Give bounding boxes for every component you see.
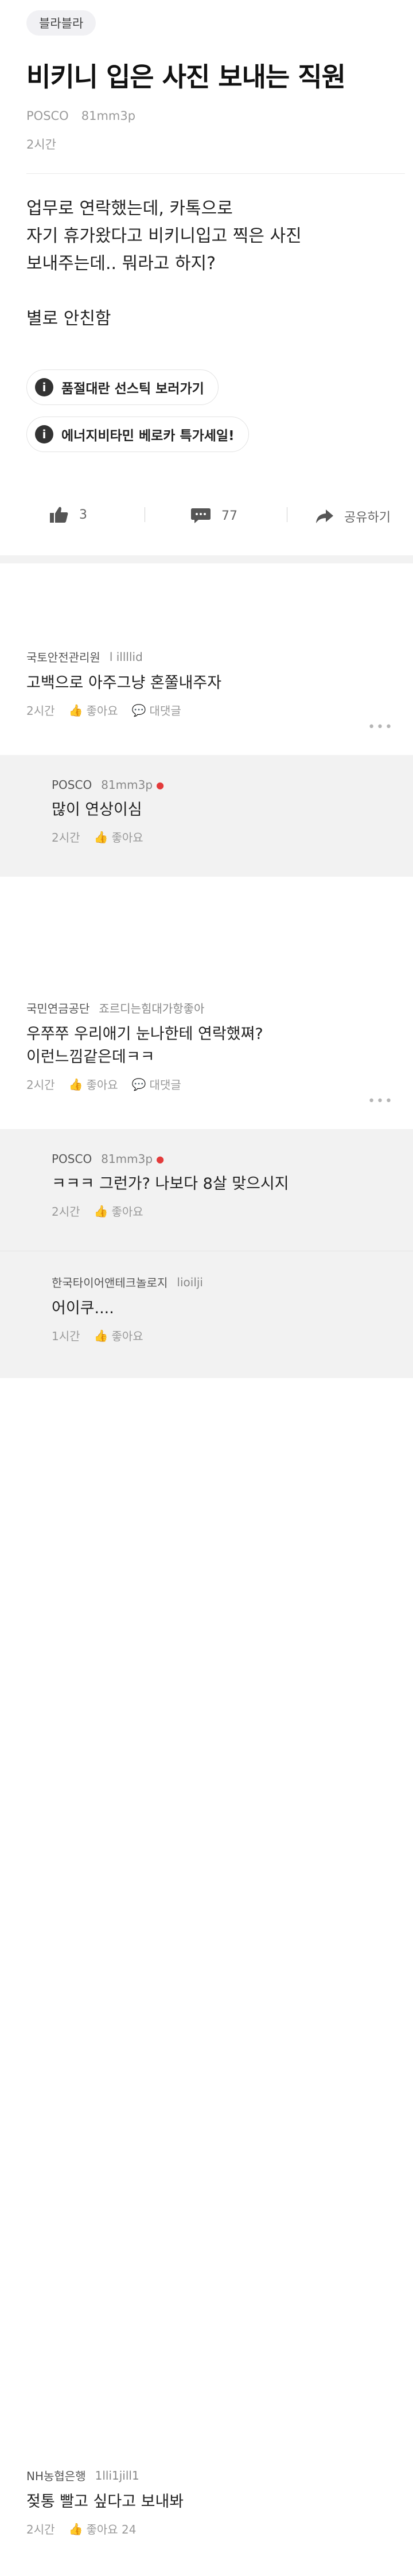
comment-company: POSCO bbox=[52, 778, 92, 792]
thumbs-up-icon: 👍 bbox=[68, 2521, 83, 2536]
comment-footer: 2시간 👍 좋아요 24 bbox=[26, 2520, 393, 2537]
comment-footer: 1시간 👍 좋아요 bbox=[52, 1327, 396, 1344]
header-divider bbox=[26, 173, 405, 174]
comment-button[interactable]: 77 bbox=[190, 507, 237, 524]
comment-nickname: lioilji bbox=[177, 1275, 203, 1289]
comment-text: 우쭈쭈 우리애기 눈나한테 연락했쪄? 이런느낌같은데ㅋㅋ bbox=[26, 1025, 263, 1066]
author-badge-icon: ● bbox=[156, 779, 165, 791]
promo-chip-2[interactable]: i 에너지비타민 베로카 특가세일! bbox=[26, 417, 249, 452]
comment-meta: 국민연금공단 죠르디는힘대가항좋아 bbox=[26, 999, 393, 1016]
comment-reply-button[interactable]: 💬 대댓글 bbox=[132, 702, 181, 718]
comment-like-button[interactable]: 👍 좋아요 bbox=[94, 828, 143, 845]
reply-item: 한국타이어앤테크놀로지 lioilji 어이쿠.... 1시간 👍 좋아요 bbox=[52, 1274, 396, 1344]
comment-company: 한국타이어앤테크놀로지 bbox=[52, 1276, 168, 1290]
info-icon: i bbox=[35, 425, 53, 443]
like-label: 좋아요 bbox=[111, 1205, 143, 1219]
comment-nickname: 1lli1jill1 bbox=[95, 2468, 139, 2482]
comment-text: ㅋㅋㅋ 그런가? 나보다 8살 맞으시지 bbox=[52, 1175, 289, 1193]
section-spacer bbox=[0, 555, 413, 563]
comment-time: 2시간 bbox=[26, 2523, 55, 2536]
comment-reply-button[interactable]: 💬 대댓글 bbox=[132, 1076, 181, 1092]
thumbs-up-icon: 👍 bbox=[93, 1204, 108, 1218]
speech-bubble-icon: 💬 bbox=[131, 703, 146, 717]
comment-count: 77 bbox=[221, 508, 237, 523]
like-label: 좋아요 bbox=[86, 704, 118, 718]
post-title: 비키니 입은 사진 보내는 직원 bbox=[26, 61, 346, 92]
promo-chip-1[interactable]: i 품절대란 선스틱 보러가기 bbox=[26, 369, 219, 405]
comment-nickname: 81mm3p bbox=[101, 778, 153, 792]
reply-section: POSCO 81mm3p ● ㅋㅋㅋ 그런가? 나보다 8살 맞으시지 2시간 … bbox=[0, 1129, 413, 1378]
post-author: POSCO 81mm3p bbox=[26, 109, 135, 123]
comment-time: 2시간 bbox=[52, 1205, 80, 1219]
thumbs-up-icon: 👍 bbox=[93, 1328, 108, 1343]
comment-footer: 2시간 👍 좋아요 bbox=[52, 828, 396, 845]
more-options-icon[interactable]: ••• bbox=[368, 1094, 393, 1108]
thumbs-up-icon: 👍 bbox=[93, 830, 108, 844]
comment-item: 국민연금공단 죠르디는힘대가항좋아 우쭈쭈 우리애기 눈나한테 연락했쪄? 이런… bbox=[26, 999, 393, 1108]
reply-label: 대댓글 bbox=[149, 1078, 181, 1092]
post-action-bar: 3 77 공유하기 bbox=[0, 495, 413, 535]
comment-nickname: 죠르디는힘대가항좋아 bbox=[99, 1002, 205, 1015]
promo-label: 품절대란 선스틱 보러가기 bbox=[61, 382, 204, 396]
like-button[interactable]: 3 bbox=[49, 506, 87, 523]
comment-footer: 2시간 👍 좋아요 💬 대댓글 bbox=[26, 1076, 393, 1092]
promo-label: 에너지비타민 베로카 특가세일! bbox=[61, 429, 235, 443]
comment-footer: 2시간 👍 좋아요 bbox=[52, 1203, 396, 1219]
comment-company: POSCO bbox=[52, 1152, 92, 1166]
comment-meta: NH농협은행 1lli1jill1 bbox=[26, 2467, 393, 2484]
comment-like-button[interactable]: 👍 좋아요 bbox=[94, 1327, 143, 1344]
comment-like-button[interactable]: 👍 좋아요 24 bbox=[69, 2520, 137, 2537]
comment-item: NH농협은행 1lli1jill1 젖통 빨고 싶다고 보내봐 2시간 👍 좋아요… bbox=[26, 2467, 393, 2559]
share-label: 공유하기 bbox=[344, 511, 391, 525]
comment-text: 많이 연상이심 bbox=[52, 801, 142, 819]
more-options-icon[interactable]: ••• bbox=[368, 720, 393, 734]
comment-nickname: 81mm3p bbox=[101, 1152, 153, 1166]
share-button[interactable]: 공유하기 bbox=[315, 507, 391, 526]
comment-time: 2시간 bbox=[26, 704, 55, 718]
speech-bubble-icon: 💬 bbox=[131, 1077, 146, 1091]
comment-nickname: l illllid bbox=[109, 649, 143, 664]
comment-meta: 한국타이어앤테크놀로지 lioilji bbox=[52, 1274, 396, 1290]
comment-time: 2시간 bbox=[26, 1078, 55, 1092]
post-time-text: 2시간 bbox=[26, 138, 57, 151]
comment-meta: POSCO 81mm3p ● bbox=[52, 778, 396, 792]
comment-like-button[interactable]: 👍 좋아요 bbox=[69, 1076, 118, 1092]
like-label: 좋아요 bbox=[86, 1078, 118, 1092]
comment-company: NH농협은행 bbox=[26, 2469, 86, 2483]
comment-text: 어이쿠.... bbox=[52, 1299, 114, 1317]
comment-text: 젖통 빨고 싶다고 보내봐 bbox=[26, 2493, 184, 2511]
like-label: 좋아요 24 bbox=[86, 2523, 137, 2536]
speech-bubble-icon bbox=[191, 508, 211, 523]
reply-item: POSCO 81mm3p ● ㅋㅋㅋ 그런가? 나보다 8살 맞으시지 2시간 … bbox=[52, 1152, 396, 1219]
post-nickname: 81mm3p bbox=[81, 109, 136, 123]
post-company: POSCO bbox=[26, 109, 69, 123]
comment-company: 국민연금공단 bbox=[26, 1002, 90, 1015]
thumbs-up-icon: 👍 bbox=[68, 703, 83, 717]
comment-time: 1시간 bbox=[52, 1329, 80, 1343]
share-arrow-icon bbox=[316, 509, 333, 523]
author-badge-icon: ● bbox=[156, 1153, 165, 1165]
thumbs-up-icon bbox=[50, 507, 68, 523]
comment-meta: POSCO 81mm3p ● bbox=[52, 1152, 396, 1166]
thumbs-up-icon: 👍 bbox=[68, 1077, 83, 1091]
reply-item: POSCO 81mm3p ● 많이 연상이심 2시간 👍 좋아요 bbox=[52, 778, 396, 845]
post-body: 업무로 연락했는데, 카톡으로 자기 휴가왔다고 비키니입고 찍은 사진 보내주… bbox=[26, 199, 302, 329]
comment-time: 2시간 bbox=[52, 831, 80, 845]
comment-text: 고백으로 아주그냥 혼쭐내주자 bbox=[26, 674, 222, 692]
reply-section: POSCO 81mm3p ● 많이 연상이심 2시간 👍 좋아요 bbox=[0, 755, 413, 877]
comment-like-button[interactable]: 👍 좋아요 bbox=[69, 702, 118, 718]
info-icon: i bbox=[35, 378, 53, 396]
comment-item: 국토안전관리원 l illllid 고백으로 아주그냥 혼쭐내주자 2시간 👍 좋… bbox=[26, 648, 393, 735]
comment-company: 국토안전관리원 bbox=[26, 651, 100, 664]
post-time: 2시간 bbox=[26, 135, 56, 153]
reply-label: 대댓글 bbox=[149, 704, 181, 718]
like-label: 좋아요 bbox=[111, 831, 143, 845]
comment-like-button[interactable]: 👍 좋아요 bbox=[94, 1203, 143, 1219]
comment-footer: 2시간 👍 좋아요 💬 대댓글 bbox=[26, 702, 393, 718]
board-chip[interactable]: 블라블라 bbox=[26, 10, 96, 36]
comment-meta: 국토안전관리원 l illllid bbox=[26, 648, 393, 665]
like-label: 좋아요 bbox=[111, 1329, 143, 1343]
like-count: 3 bbox=[79, 507, 87, 522]
